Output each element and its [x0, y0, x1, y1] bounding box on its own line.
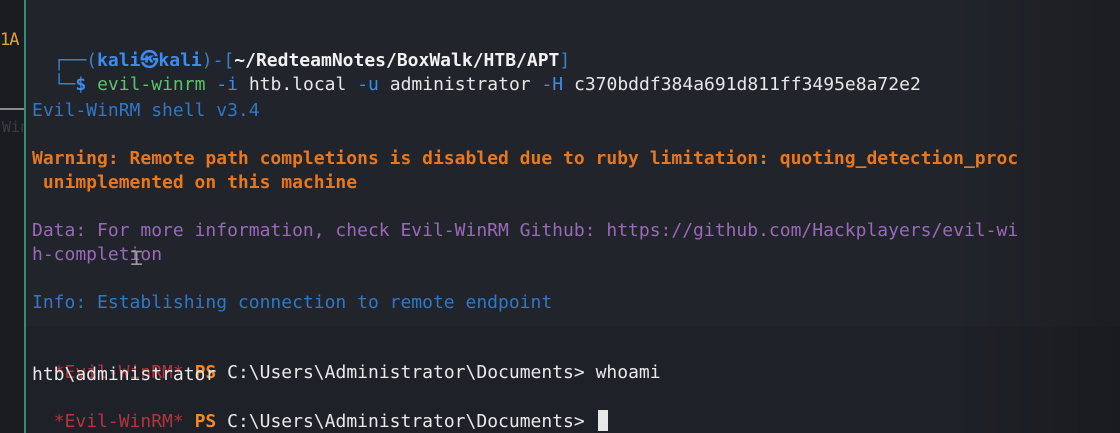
command-line[interactable]: └─$ evil-winrm -i htb.local -u administr… [32, 52, 921, 96]
ps-label-2: PS [194, 411, 217, 432]
left-pane-tick [0, 108, 24, 110]
command-arg-user: administrator [389, 74, 531, 95]
command-opt-i: -i [216, 74, 238, 95]
prompt-second-start: └─ [53, 74, 76, 95]
command-name: evil-winrm [97, 74, 206, 95]
ps-command: whoami [595, 362, 661, 383]
command-arg-host: htb.local [248, 74, 347, 95]
ps-line-2[interactable]: *Evil-WinRM* PS C:\Users\Administrator\D… [32, 388, 608, 433]
ps-prefix-2: *Evil-WinRM* [53, 411, 184, 432]
info-line: Info: Establishing connection to remote … [32, 292, 553, 313]
right-shadow [948, 0, 1120, 433]
prompt-dollar: $ [75, 74, 87, 95]
command-opt-u: -u [357, 74, 379, 95]
left-pane-strip [0, 0, 24, 433]
warning-line-2: unimplemented on this machine [32, 172, 358, 193]
left-pane-label: 1A [0, 30, 19, 50]
command-opt-h: -H [541, 74, 564, 95]
ps-path: C:\Users\Administrator\Documents> [227, 362, 585, 383]
data-line-1: Data: For more information, check Evil-W… [32, 220, 1019, 241]
shell-version-line: Evil-WinRM shell v3.4 [32, 100, 260, 121]
warning-line-1: Warning: Remote path completions is disa… [32, 148, 1019, 169]
text-cursor-icon: Ɪ [131, 246, 143, 270]
ps-result: htb\administrator [32, 364, 217, 385]
terminal-cursor [597, 410, 608, 431]
command-arg-hash: c370bddf384a691d811ff3495e8a72e2 [574, 74, 921, 95]
data-line-2: h-completion [32, 244, 163, 265]
ps-path-2: C:\Users\Administrator\Documents> [227, 411, 585, 432]
